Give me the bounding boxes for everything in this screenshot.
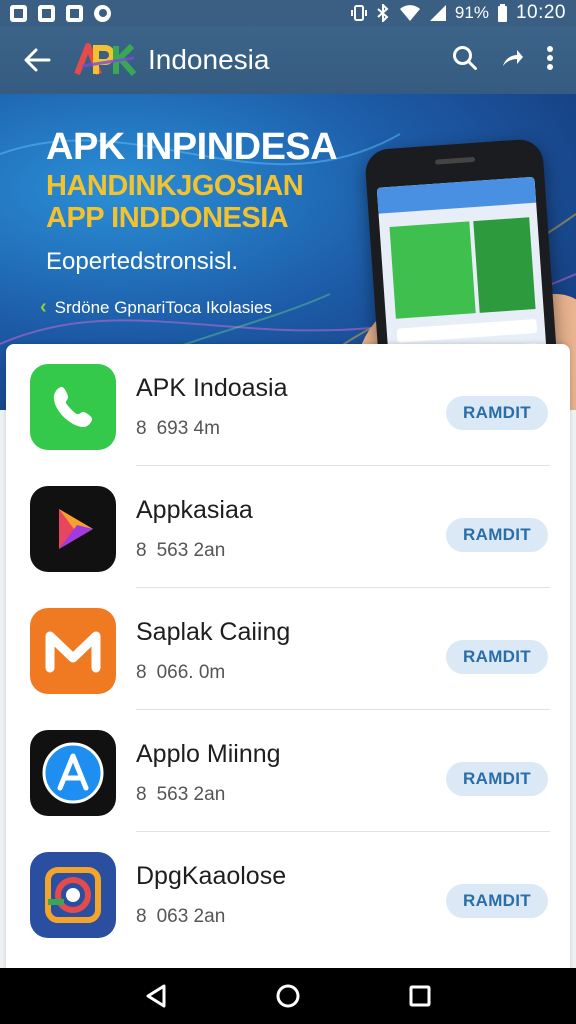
nav-home-button[interactable]: [264, 972, 312, 1020]
app-name: DpgKaaolose: [136, 862, 287, 890]
banner-footer-text: Srdöne GpnariToca Ikolasies: [54, 297, 273, 317]
app-meta-size: 693 4m: [156, 418, 220, 439]
app-list: APK Indoasia 8 693 4m RAMDIT Appkasiaa 8…: [6, 344, 570, 974]
more-options-button[interactable]: [546, 45, 554, 76]
lens-icon: [30, 852, 116, 938]
status-bar: 91% 10:20: [0, 0, 576, 26]
phone-icon: [30, 364, 116, 450]
arrow-back-icon: [24, 48, 51, 72]
navigation-bar: [0, 968, 576, 1024]
app-meta-count: 8: [136, 540, 147, 561]
list-item[interactable]: Applo Miinng 8 563 2an RAMDIT: [6, 710, 570, 832]
app-meta-count: 8: [136, 662, 147, 683]
banner-footer: ‹ Srdöne GpnariToca Ikolasies: [40, 296, 272, 319]
notification-icon: [10, 4, 27, 22]
app-name: Saplak Caiing: [136, 618, 291, 646]
m-logo-icon: [30, 608, 116, 694]
install-button[interactable]: RAMDIT: [446, 762, 548, 796]
list-item[interactable]: Saplak Caiing 8 066. 0m RAMDIT: [6, 588, 570, 710]
notification-icons: [10, 4, 111, 22]
install-button[interactable]: RAMDIT: [446, 884, 548, 918]
wifi-icon: [399, 5, 420, 21]
vibrate-icon: [350, 5, 367, 21]
triangle-back-icon: [146, 984, 166, 1008]
app-bar: Indonesia: [0, 26, 576, 94]
app-meta-count: 8: [136, 418, 147, 439]
list-item[interactable]: Appkasiaa 8 563 2an RAMDIT: [6, 466, 570, 588]
banner-subtitle-2: APP INDDONESIA: [46, 202, 289, 234]
app-bar-actions: [452, 45, 576, 76]
app-name: Applo Miinng: [136, 740, 281, 768]
app-meta: 8 693 4m: [136, 418, 220, 440]
nav-recents-button[interactable]: [396, 972, 444, 1020]
battery-icon: [497, 4, 507, 22]
bluetooth-icon: [377, 4, 389, 22]
app-meta-size: 563 2an: [156, 540, 226, 561]
app-name: Appkasiaa: [136, 496, 253, 524]
share-button[interactable]: [500, 46, 524, 75]
app-meta-count: 8: [136, 906, 147, 927]
app-meta: 8 563 2an: [136, 540, 225, 562]
clock: 10:20: [515, 2, 566, 23]
phone-screen-tile: [389, 221, 476, 319]
phone-screen-tile: [473, 217, 536, 313]
system-icons: 91% 10:20: [350, 2, 566, 24]
phone-screen-row: [396, 318, 538, 343]
phone-speaker: [434, 156, 476, 165]
app-meta-size: 066. 0m: [156, 662, 226, 683]
app-meta-size: 063 2an: [156, 906, 226, 927]
circle-notification-icon: [94, 4, 111, 22]
share-icon: [503, 49, 523, 66]
square-recents-icon: [409, 985, 431, 1007]
install-button[interactable]: RAMDIT: [446, 518, 548, 552]
search-icon: [453, 45, 477, 70]
play-icon: [30, 486, 116, 572]
install-button[interactable]: RAMDIT: [446, 396, 548, 430]
app-meta-count: 8: [136, 784, 147, 805]
banner-title: APK INPINDESA: [46, 126, 338, 168]
list-item[interactable]: APK Indoasia 8 693 4m RAMDIT: [6, 344, 570, 466]
signal-icon: [429, 5, 446, 21]
app-meta: 8 563 2an: [136, 784, 225, 806]
circle-home-icon: [276, 984, 300, 1008]
battery-percent: 91%: [454, 3, 489, 22]
install-button[interactable]: RAMDIT: [446, 640, 548, 674]
app-meta-size: 563 2an: [156, 784, 226, 805]
app-meta: 8 066. 0m: [136, 662, 225, 684]
app-store-icon: [30, 730, 116, 816]
banner-subtitle-1: HANDINKJGOSIAN: [46, 170, 304, 202]
image-notification-icon: [38, 4, 55, 22]
apk-logo-icon: [74, 43, 137, 76]
app-title: Indonesia: [148, 44, 270, 75]
nav-back-button[interactable]: [132, 972, 180, 1020]
gallery-notification-icon: [66, 4, 83, 22]
phone-screen-header: [376, 176, 537, 214]
app-logo: Indonesia: [74, 42, 269, 78]
screen: 91% 10:20 Indonesia APK INPINDESA HANDIN…: [0, 0, 576, 1024]
back-button[interactable]: [0, 26, 74, 94]
app-name: APK Indoasia: [136, 374, 288, 402]
app-meta: 8 063 2an: [136, 906, 225, 928]
more-vertical-icon: [547, 45, 553, 70]
list-item[interactable]: DpgKaaolose 8 063 2an RAMDIT: [6, 832, 570, 954]
search-button[interactable]: [452, 45, 478, 76]
banner-tagline: Eopertedstronsisl.: [46, 248, 239, 275]
chevron-left-icon: ‹: [40, 296, 47, 318]
